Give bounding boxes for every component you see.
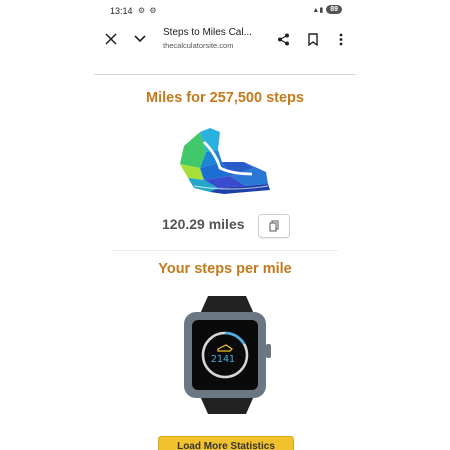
miles-result: 120.29 miles: [162, 216, 245, 232]
miles-heading: Miles for 257,500 steps: [146, 90, 304, 106]
battery-badge: 89: [326, 5, 342, 14]
signal-icon: ▲▮: [312, 6, 324, 14]
copy-button[interactable]: [258, 214, 290, 238]
sneaker-icon: [180, 128, 270, 194]
load-more-statistics-button[interactable]: Load More Statistics: [158, 436, 294, 450]
steps-per-mile-heading: Your steps per mile: [158, 261, 292, 277]
page-title: Steps to Miles Cal...: [163, 27, 252, 38]
section-divider: [112, 250, 338, 251]
copy-icon: [269, 220, 279, 232]
phone-screen: 13:14 ⚙ ⚙ ▲▮ 89 Steps to Miles Cal... th…: [94, 0, 356, 450]
share-icon[interactable]: [274, 30, 292, 48]
browser-toolbar: Steps to Miles Cal... thecalculatorsite.…: [94, 22, 356, 56]
notification-icons: ⚙ ⚙: [138, 6, 158, 15]
bookmark-icon[interactable]: [304, 30, 322, 48]
status-time: 13:14: [110, 6, 133, 16]
page-url: thecalculatorsite.com: [163, 41, 234, 50]
result-row: 120.29 miles: [94, 214, 356, 238]
chevron-down-icon[interactable]: [131, 30, 149, 48]
steps-per-mile-value: 2141: [210, 354, 236, 365]
content-top-divider: [94, 74, 356, 75]
status-indicators: ▲▮ 89: [312, 5, 342, 14]
more-vert-icon[interactable]: [332, 30, 350, 48]
close-icon[interactable]: [102, 30, 120, 48]
status-bar: 13:14 ⚙ ⚙ ▲▮ 89: [94, 0, 356, 22]
